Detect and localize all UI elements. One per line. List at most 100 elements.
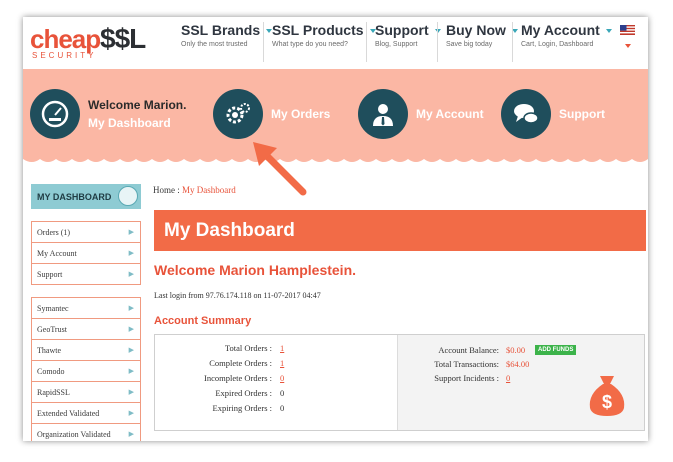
banner-support[interactable]: Support xyxy=(501,89,621,139)
cheapssl-logo[interactable]: cheap $$L SECURITY xyxy=(30,23,160,64)
sidebar-item-support[interactable]: Support ▶ xyxy=(32,264,140,285)
sidebar-brands-group: Symantec ▶ GeoTrust ▶ Thawte ▶ Comodo ▶ Rapi… xyxy=(31,297,141,441)
sidebar: MY DASHBOARD Orders (1) ▶ My Account ▶ Sup… xyxy=(31,184,141,441)
sidebar-item-label: Comodo xyxy=(37,367,65,376)
nav-buy-now[interactable]: Buy Now Save big today xyxy=(437,22,518,62)
sidebar-item-symantec[interactable]: Symantec ▶ xyxy=(32,298,140,319)
nav-buy-now-sub: Save big today xyxy=(446,41,493,48)
chevron-down-icon xyxy=(605,29,612,34)
summary-label: Incomplete Orders : xyxy=(204,373,272,383)
sidebar-header[interactable]: MY DASHBOARD xyxy=(31,184,141,209)
nav-ssl-brands[interactable]: SSL Brands Only the most trusted xyxy=(173,22,273,62)
complete-orders-link[interactable]: 1 xyxy=(280,358,284,368)
sidebar-item-label: Symantec xyxy=(37,304,69,313)
nav-ssl-products-sub: What type do you need? xyxy=(272,41,348,48)
site-header: cheap $$L SECURITY SSL Brands Only the m… xyxy=(23,17,648,69)
banner-dashboard-label: My Dashboard xyxy=(88,116,171,130)
account-summary-title: Account Summary xyxy=(154,315,252,327)
nav-support-title: Support xyxy=(375,22,429,38)
banner-wave-edge xyxy=(23,155,648,162)
sidebar-item-orders[interactable]: Orders (1) ▶ xyxy=(32,222,140,243)
page-title-bar: My Dashboard xyxy=(154,210,646,251)
nav-support[interactable]: Support Blog, Support xyxy=(366,22,441,62)
nav-ssl-brands-title: SSL Brands xyxy=(181,22,261,38)
summary-label: Total Transactions: xyxy=(434,359,499,369)
sidebar-item-rapidssl[interactable]: RapidSSL ▶ xyxy=(32,382,140,403)
chevron-right-icon: ▶ xyxy=(128,388,134,396)
banner-my-account-label: My Account xyxy=(416,107,484,121)
banner-my-account[interactable]: My Account xyxy=(358,89,488,139)
summary-label: Account Balance: xyxy=(438,345,499,355)
summary-label: Support Incidents : xyxy=(434,373,499,383)
nav-my-account-title: My Account xyxy=(521,22,600,38)
sidebar-item-label: Support xyxy=(37,270,63,279)
sidebar-item-thawte[interactable]: Thawte ▶ xyxy=(32,340,140,361)
sidebar-item-extended-validated[interactable]: Extended Validated ▶ xyxy=(32,403,140,424)
total-transactions-value: $64.00 xyxy=(506,359,530,369)
main-content: Home : My Dashboard My Dashboard Welcome… xyxy=(153,185,648,431)
user-icon xyxy=(358,89,408,139)
banner-dashboard[interactable]: Welcome Marion. My Dashboard xyxy=(30,89,190,139)
sidebar-header-label: MY DASHBOARD xyxy=(37,192,112,202)
nav-ssl-brands-sub: Only the most trusted xyxy=(181,41,248,48)
breadcrumb-separator: : xyxy=(177,185,180,195)
sidebar-account-group: Orders (1) ▶ My Account ▶ Support ▶ xyxy=(31,221,141,285)
chevron-right-icon: ▶ xyxy=(128,304,134,312)
sidebar-item-label: Organization Validated xyxy=(37,430,111,439)
welcome-heading: Welcome Marion Hamplestein. xyxy=(154,262,357,278)
add-funds-button[interactable]: ADD FUNDS xyxy=(535,345,577,355)
flag-chevron-down-icon[interactable] xyxy=(625,44,631,48)
sidebar-item-label: Orders (1) xyxy=(37,228,71,237)
summary-label: Complete Orders : xyxy=(209,358,272,368)
sidebar-item-label: My Account xyxy=(37,249,77,258)
chevron-right-icon: ▶ xyxy=(128,430,134,438)
sidebar-item-my-account[interactable]: My Account ▶ xyxy=(32,243,140,264)
page-title: My Dashboard xyxy=(164,220,295,241)
sidebar-item-label: Extended Validated xyxy=(37,409,100,418)
chat-bubbles-icon xyxy=(501,89,551,139)
sidebar-item-label: Thawte xyxy=(37,346,61,355)
nav-buy-now-title: Buy Now xyxy=(446,22,506,38)
banner-welcome-text: Welcome Marion. xyxy=(88,98,187,112)
account-summary-box: Total Orders : 1 Complete Orders : 1 Inc… xyxy=(154,334,645,431)
summary-label: Expired Orders : xyxy=(215,388,272,398)
incomplete-orders-link[interactable]: 0 xyxy=(280,373,284,383)
dashboard-banner: Welcome Marion. My Dashboard My Orders M… xyxy=(23,69,648,159)
sidebar-item-comodo[interactable]: Comodo ▶ xyxy=(32,361,140,382)
expired-orders-value: 0 xyxy=(280,388,285,398)
sidebar-item-organization-validated[interactable]: Organization Validated ▶ xyxy=(32,424,140,441)
last-login-text: Last login from 97.76.174.118 on 11-07-2… xyxy=(154,291,321,300)
sidebar-item-label: GeoTrust xyxy=(37,325,67,334)
chevron-right-icon: ▶ xyxy=(128,270,134,278)
breadcrumb-home[interactable]: Home xyxy=(153,185,175,195)
logo-ssl-text: $$L xyxy=(100,23,146,54)
sidebar-item-label: RapidSSL xyxy=(37,388,70,397)
summary-label: Expiring Orders : xyxy=(212,403,273,413)
logo-security-text: SECURITY xyxy=(32,51,97,60)
main-nav: SSL Brands Only the most trusted SSL Pro… xyxy=(173,22,612,62)
orders-summary: Total Orders : 1 Complete Orders : 1 Inc… xyxy=(155,335,397,430)
svg-text:$: $ xyxy=(602,392,612,412)
account-balance-summary: Account Balance: $0.00 ADD FUNDS Total T… xyxy=(397,335,644,430)
banner-my-orders[interactable]: My Orders xyxy=(213,89,333,139)
support-incidents-link[interactable]: 0 xyxy=(506,373,510,383)
nav-ssl-products[interactable]: SSL Products What type do you need? xyxy=(263,22,376,62)
sidebar-item-geotrust[interactable]: GeoTrust ▶ xyxy=(32,319,140,340)
nav-support-sub: Blog, Support xyxy=(375,41,418,48)
speedometer-icon xyxy=(30,89,80,139)
chevron-right-icon: ▶ xyxy=(128,409,134,417)
dashboard-gauge-icon xyxy=(118,186,138,206)
chevron-right-icon: ▶ xyxy=(128,228,134,236)
chevron-right-icon: ▶ xyxy=(128,325,134,333)
nav-ssl-products-title: SSL Products xyxy=(272,22,364,38)
banner-support-label: Support xyxy=(559,107,605,121)
nav-my-account[interactable]: My Account Cart, Login, Dashboard xyxy=(512,22,612,62)
breadcrumb: Home : My Dashboard xyxy=(153,185,648,195)
gears-icon xyxy=(213,89,263,139)
us-flag-icon[interactable] xyxy=(620,25,635,35)
chevron-right-icon: ▶ xyxy=(128,249,134,257)
expiring-orders-value: 0 xyxy=(280,403,285,413)
browser-page: cheap $$L SECURITY SSL Brands Only the m… xyxy=(23,17,648,441)
total-orders-link[interactable]: 1 xyxy=(280,343,284,353)
banner-my-orders-label: My Orders xyxy=(271,107,331,121)
